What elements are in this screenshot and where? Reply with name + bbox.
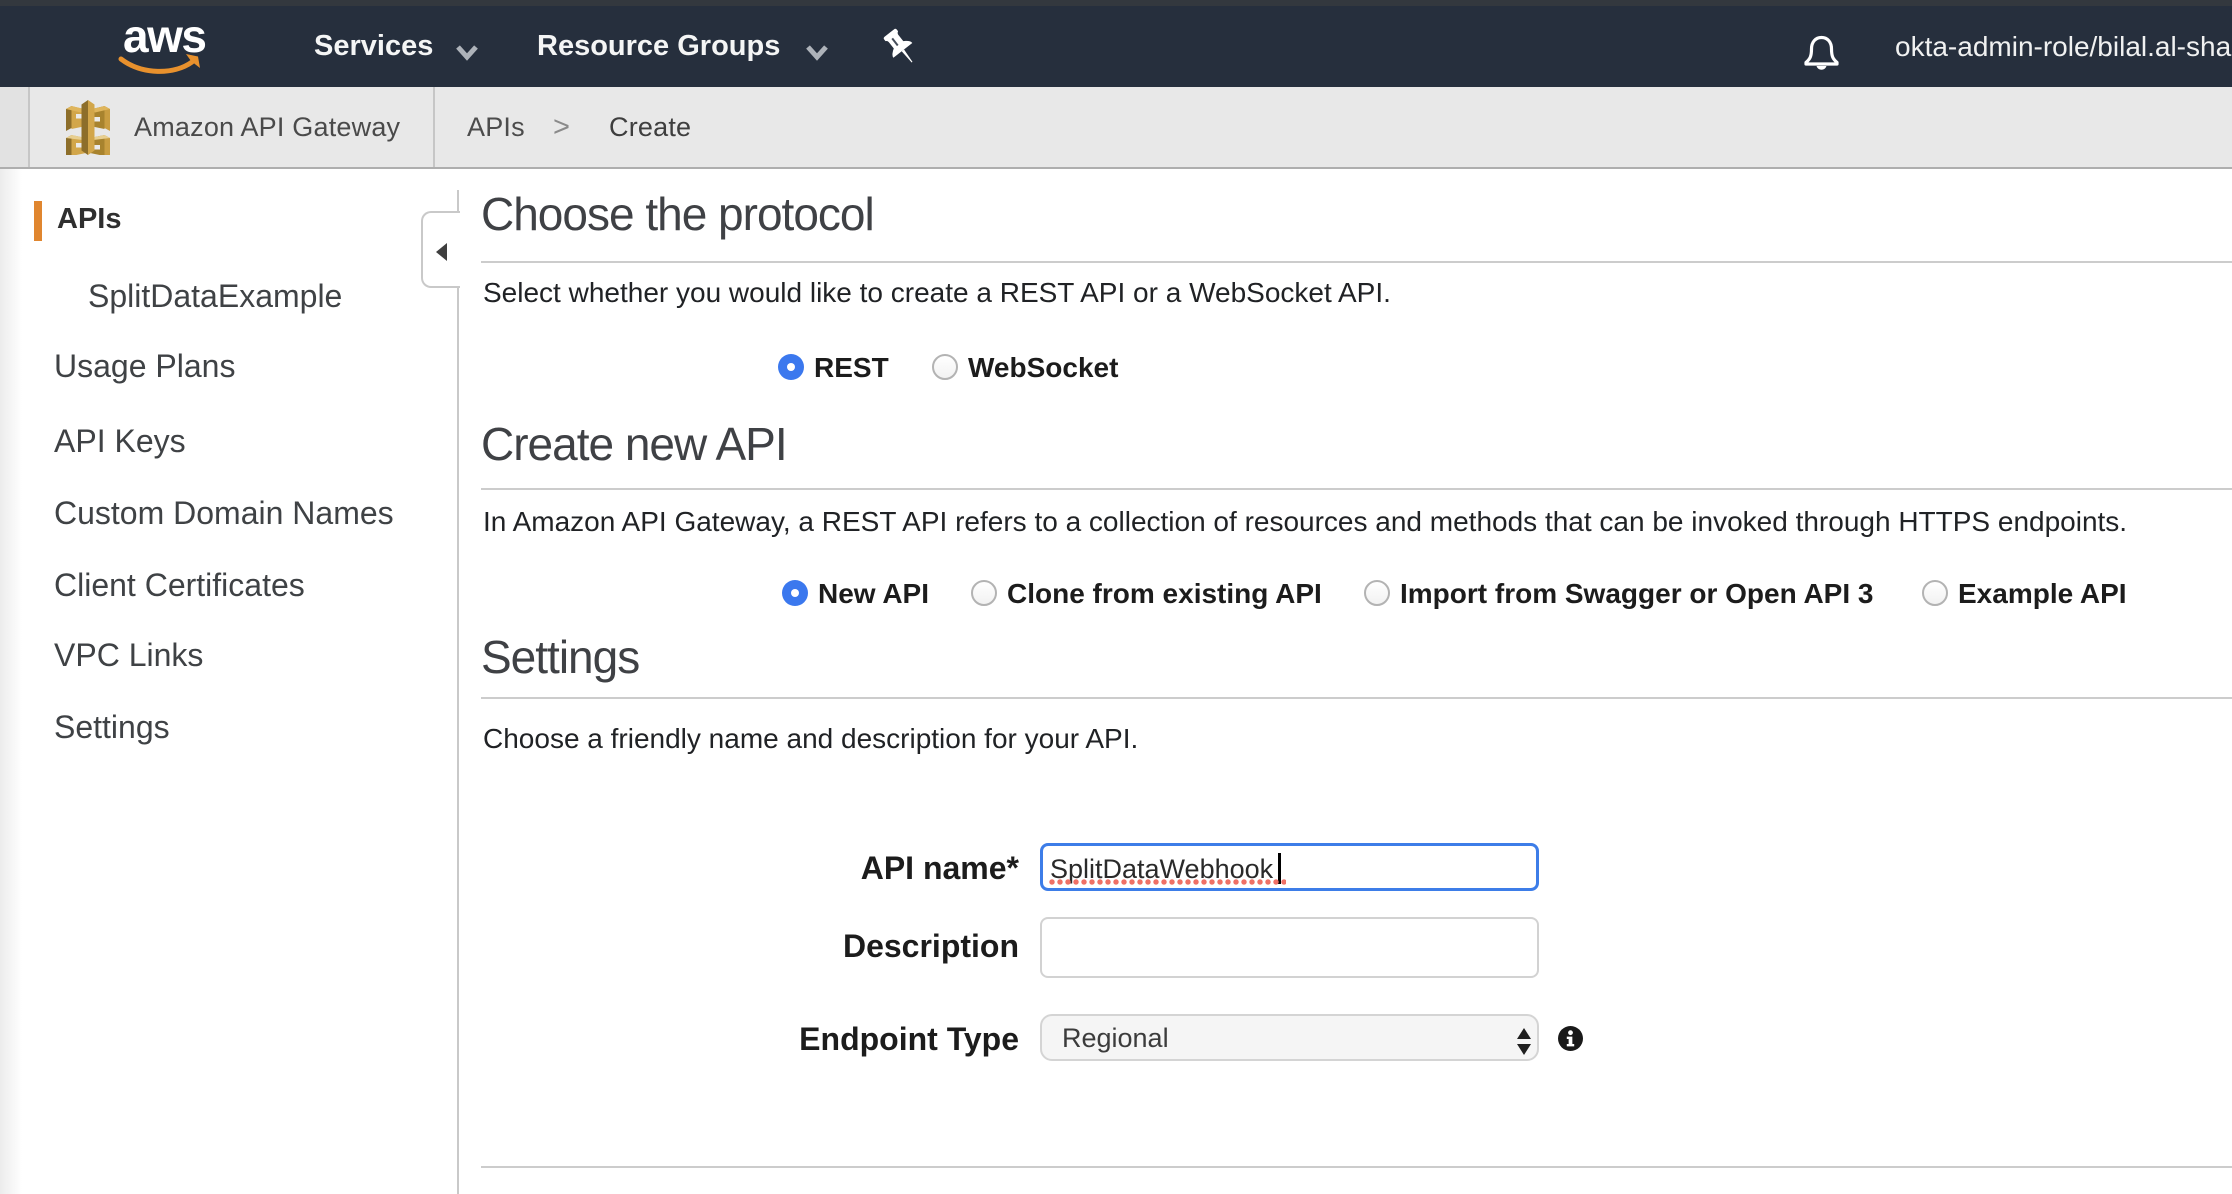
svg-text:aws: aws xyxy=(123,14,205,62)
